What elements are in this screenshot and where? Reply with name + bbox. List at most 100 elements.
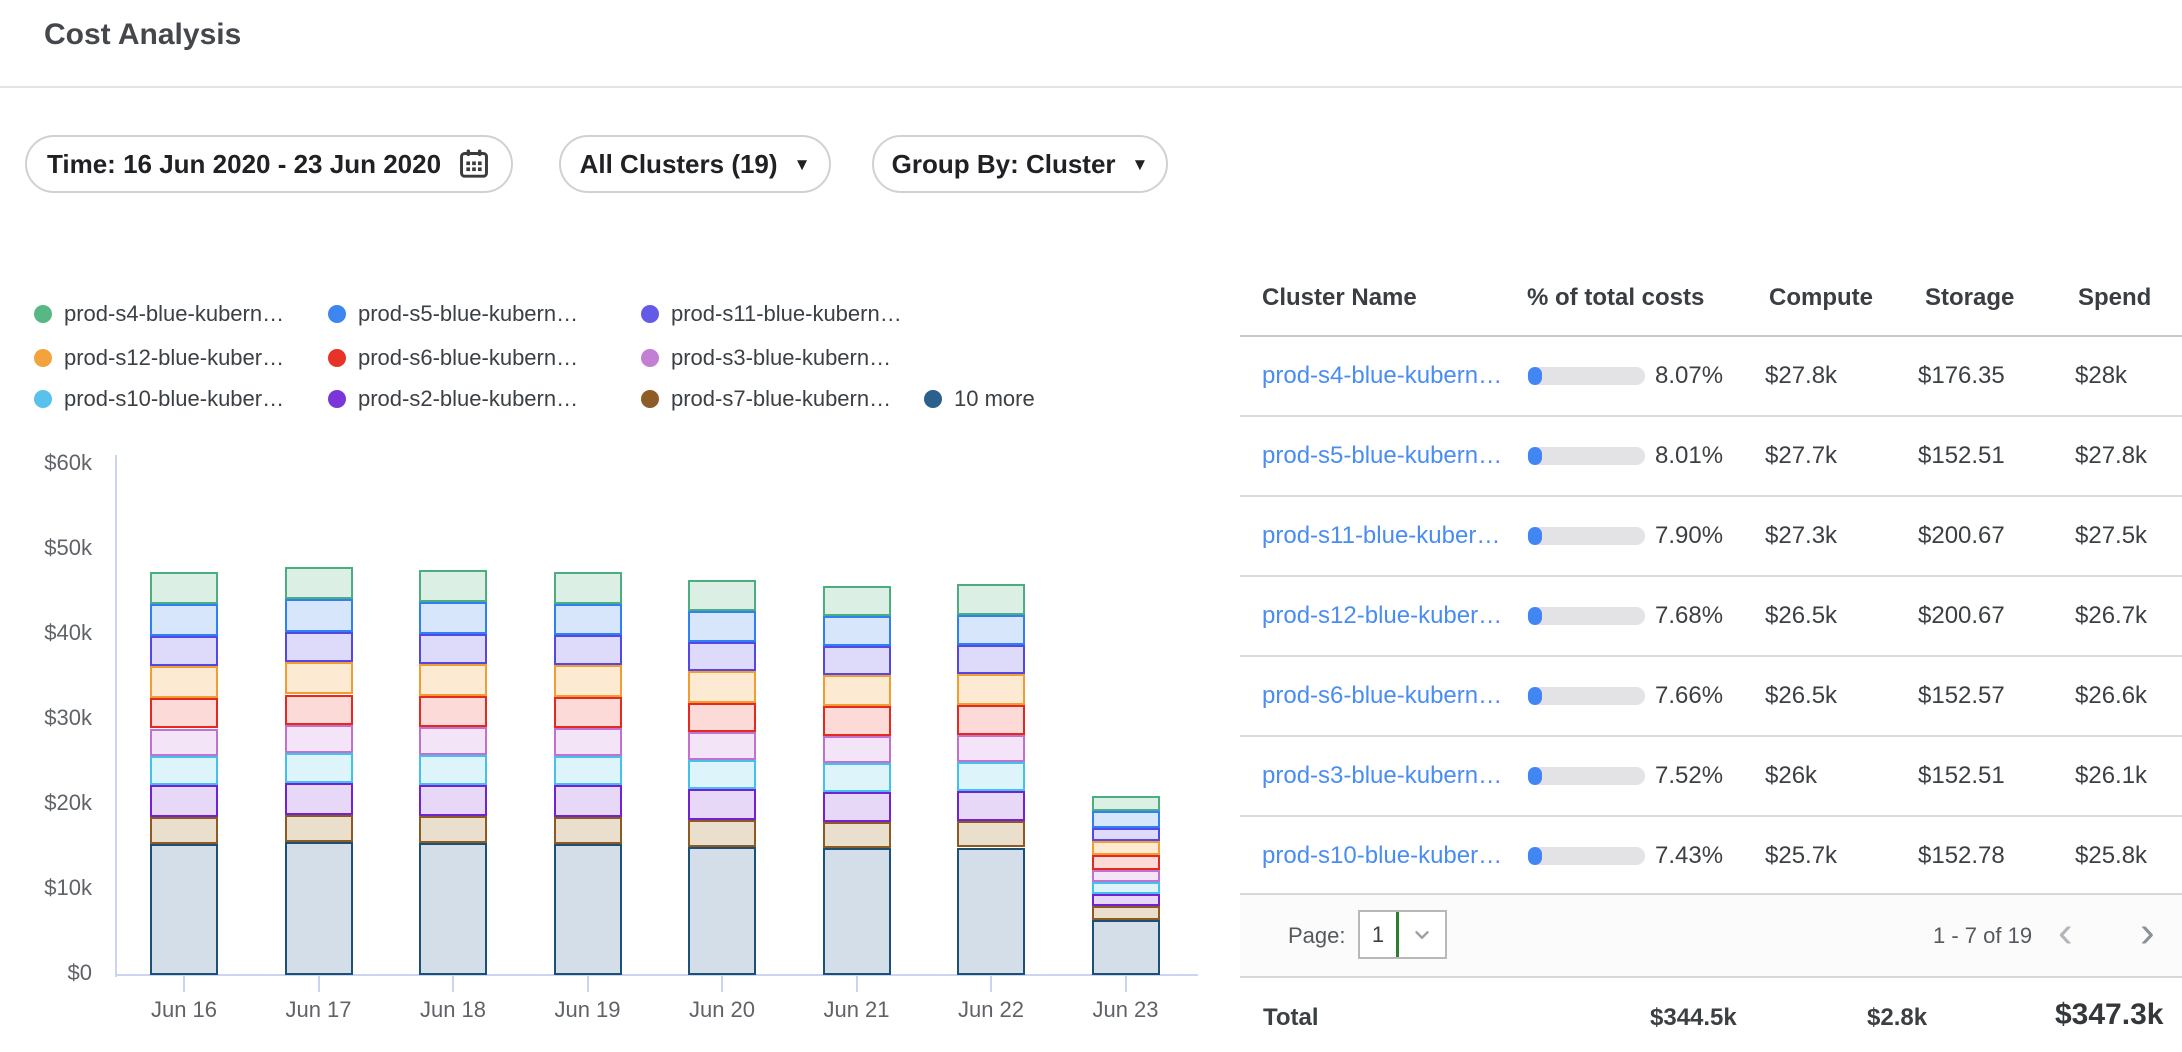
bar-segment-s12-jun-18[interactable] (419, 664, 487, 696)
bar-segment-s2-jun-17[interactable] (285, 783, 353, 815)
bar-segment-s2-jun-22[interactable] (957, 791, 1025, 821)
bar-segment-s12-jun-17[interactable] (285, 662, 353, 695)
bar-segment-s4-jun-20[interactable] (688, 580, 756, 611)
bar-segment-s4-jun-17[interactable] (285, 567, 353, 599)
bar-segment-more-jun-19[interactable] (554, 844, 622, 975)
bar-segment-more-jun-17[interactable] (285, 842, 353, 975)
bar-segment-s2-jun-18[interactable] (419, 785, 487, 816)
bar-segment-s3-jun-17[interactable] (285, 725, 353, 753)
bar-segment-s6-jun-16[interactable] (150, 698, 218, 729)
cluster-link[interactable]: prod-s4-blue-kubern… (1262, 362, 1502, 390)
bar-segment-s7-jun-17[interactable] (285, 815, 353, 843)
bar-segment-more-jun-16[interactable] (150, 844, 218, 975)
bar-segment-s4-jun-18[interactable] (419, 570, 487, 602)
legend-item-s2[interactable]: prod-s2-blue-kubern… (328, 384, 578, 414)
bar-segment-s10-jun-20[interactable] (688, 760, 756, 789)
bar-segment-s5-jun-22[interactable] (957, 615, 1025, 646)
cluster-link[interactable]: prod-s3-blue-kubern… (1262, 762, 1502, 790)
bar-segment-s4-jun-16[interactable] (150, 572, 218, 604)
cluster-link[interactable]: prod-s10-blue-kuber… (1262, 842, 1502, 870)
bar-segment-s10-jun-16[interactable] (150, 756, 218, 786)
bar-segment-s10-jun-23[interactable] (1092, 882, 1160, 894)
legend-item-s7[interactable]: prod-s7-blue-kubern… (641, 384, 891, 414)
bar-segment-s5-jun-21[interactable] (823, 616, 891, 647)
bar-segment-s3-jun-19[interactable] (554, 728, 622, 756)
bar-segment-s10-jun-19[interactable] (554, 756, 622, 786)
bar-segment-s4-jun-19[interactable] (554, 572, 622, 603)
time-range-filter-button[interactable]: Time: 16 Jun 2020 - 23 Jun 2020 (25, 135, 513, 193)
legend-item-s6[interactable]: prod-s6-blue-kubern… (328, 343, 578, 373)
bar-segment-s3-jun-18[interactable] (419, 727, 487, 755)
bar-segment-s10-jun-18[interactable] (419, 755, 487, 785)
legend-item-more[interactable]: 10 more (924, 384, 1035, 414)
bar-segment-s11-jun-17[interactable] (285, 632, 353, 662)
bar-segment-s6-jun-19[interactable] (554, 697, 622, 727)
bar-segment-s12-jun-16[interactable] (150, 666, 218, 698)
legend-item-s11[interactable]: prod-s11-blue-kubern… (641, 299, 902, 329)
bar-segment-s6-jun-23[interactable] (1092, 855, 1160, 869)
bar-segment-s7-jun-19[interactable] (554, 817, 622, 844)
bar-segment-s7-jun-23[interactable] (1092, 906, 1160, 920)
bar-segment-s6-jun-17[interactable] (285, 695, 353, 726)
bar-segment-s4-jun-21[interactable] (823, 586, 891, 616)
bar-segment-s10-jun-21[interactable] (823, 763, 891, 792)
bar-segment-s7-jun-16[interactable] (150, 817, 218, 844)
bar-segment-s7-jun-22[interactable] (957, 821, 1025, 847)
cluster-link[interactable]: prod-s6-blue-kubern… (1262, 682, 1502, 710)
bar-segment-more-jun-23[interactable] (1092, 920, 1160, 975)
bar-segment-s6-jun-18[interactable] (419, 696, 487, 727)
cluster-link[interactable]: prod-s11-blue-kuber… (1262, 522, 1500, 550)
prev-page-button[interactable]: ‹ (2058, 910, 2073, 954)
bar-segment-s11-jun-23[interactable] (1092, 828, 1160, 841)
bar-segment-s3-jun-20[interactable] (688, 732, 756, 760)
bar-segment-s2-jun-23[interactable] (1092, 894, 1160, 906)
bar-segment-s3-jun-22[interactable] (957, 735, 1025, 762)
legend-item-s10[interactable]: prod-s10-blue-kuber… (34, 384, 284, 414)
bar-segment-s11-jun-19[interactable] (554, 635, 622, 665)
bar-segment-s4-jun-23[interactable] (1092, 796, 1160, 811)
cluster-link[interactable]: prod-s5-blue-kubern… (1262, 442, 1502, 470)
bar-segment-s12-jun-23[interactable] (1092, 841, 1160, 855)
bar-segment-s5-jun-18[interactable] (419, 602, 487, 634)
bar-segment-s3-jun-23[interactable] (1092, 870, 1160, 883)
bar-segment-s5-jun-23[interactable] (1092, 811, 1160, 828)
bar-segment-s4-jun-22[interactable] (957, 584, 1025, 615)
bar-segment-s2-jun-20[interactable] (688, 789, 756, 820)
bar-segment-s11-jun-16[interactable] (150, 636, 218, 666)
bar-segment-s12-jun-21[interactable] (823, 675, 891, 706)
legend-item-s3[interactable]: prod-s3-blue-kubern… (641, 343, 891, 373)
legend-item-s5[interactable]: prod-s5-blue-kubern… (328, 299, 578, 329)
bar-segment-more-jun-21[interactable] (823, 848, 891, 975)
bar-segment-s3-jun-21[interactable] (823, 736, 891, 763)
page-select[interactable]: 1 (1358, 910, 1447, 959)
bar-segment-s3-jun-16[interactable] (150, 729, 218, 756)
bar-segment-s12-jun-19[interactable] (554, 665, 622, 697)
bar-segment-s6-jun-22[interactable] (957, 705, 1025, 735)
bar-segment-s12-jun-22[interactable] (957, 674, 1025, 705)
bar-segment-s2-jun-16[interactable] (150, 785, 218, 816)
bar-segment-s7-jun-21[interactable] (823, 822, 891, 848)
next-page-button[interactable]: › (2140, 910, 2155, 954)
cluster-link[interactable]: prod-s12-blue-kuber… (1262, 602, 1502, 630)
bar-segment-more-jun-22[interactable] (957, 848, 1025, 976)
bar-segment-s6-jun-20[interactable] (688, 703, 756, 733)
bar-segment-s6-jun-21[interactable] (823, 706, 891, 735)
bar-segment-s5-jun-20[interactable] (688, 611, 756, 642)
bar-segment-s7-jun-18[interactable] (419, 816, 487, 843)
bar-segment-more-jun-20[interactable] (688, 847, 756, 975)
legend-item-s4[interactable]: prod-s4-blue-kubern… (34, 299, 284, 329)
bar-segment-s10-jun-17[interactable] (285, 753, 353, 783)
clusters-filter-button[interactable]: All Clusters (19) ▼ (559, 135, 831, 193)
bar-segment-s5-jun-16[interactable] (150, 604, 218, 636)
bar-segment-s10-jun-22[interactable] (957, 762, 1025, 791)
bar-segment-s12-jun-20[interactable] (688, 671, 756, 702)
bar-segment-more-jun-18[interactable] (419, 843, 487, 975)
bar-segment-s11-jun-18[interactable] (419, 634, 487, 664)
bar-segment-s7-jun-20[interactable] (688, 820, 756, 847)
bar-segment-s2-jun-19[interactable] (554, 785, 622, 816)
bar-segment-s5-jun-17[interactable] (285, 599, 353, 631)
group-by-filter-button[interactable]: Group By: Cluster ▼ (872, 135, 1168, 193)
bar-segment-s11-jun-20[interactable] (688, 642, 756, 671)
bar-segment-s2-jun-21[interactable] (823, 792, 891, 822)
legend-item-s12[interactable]: prod-s12-blue-kuber… (34, 343, 284, 373)
